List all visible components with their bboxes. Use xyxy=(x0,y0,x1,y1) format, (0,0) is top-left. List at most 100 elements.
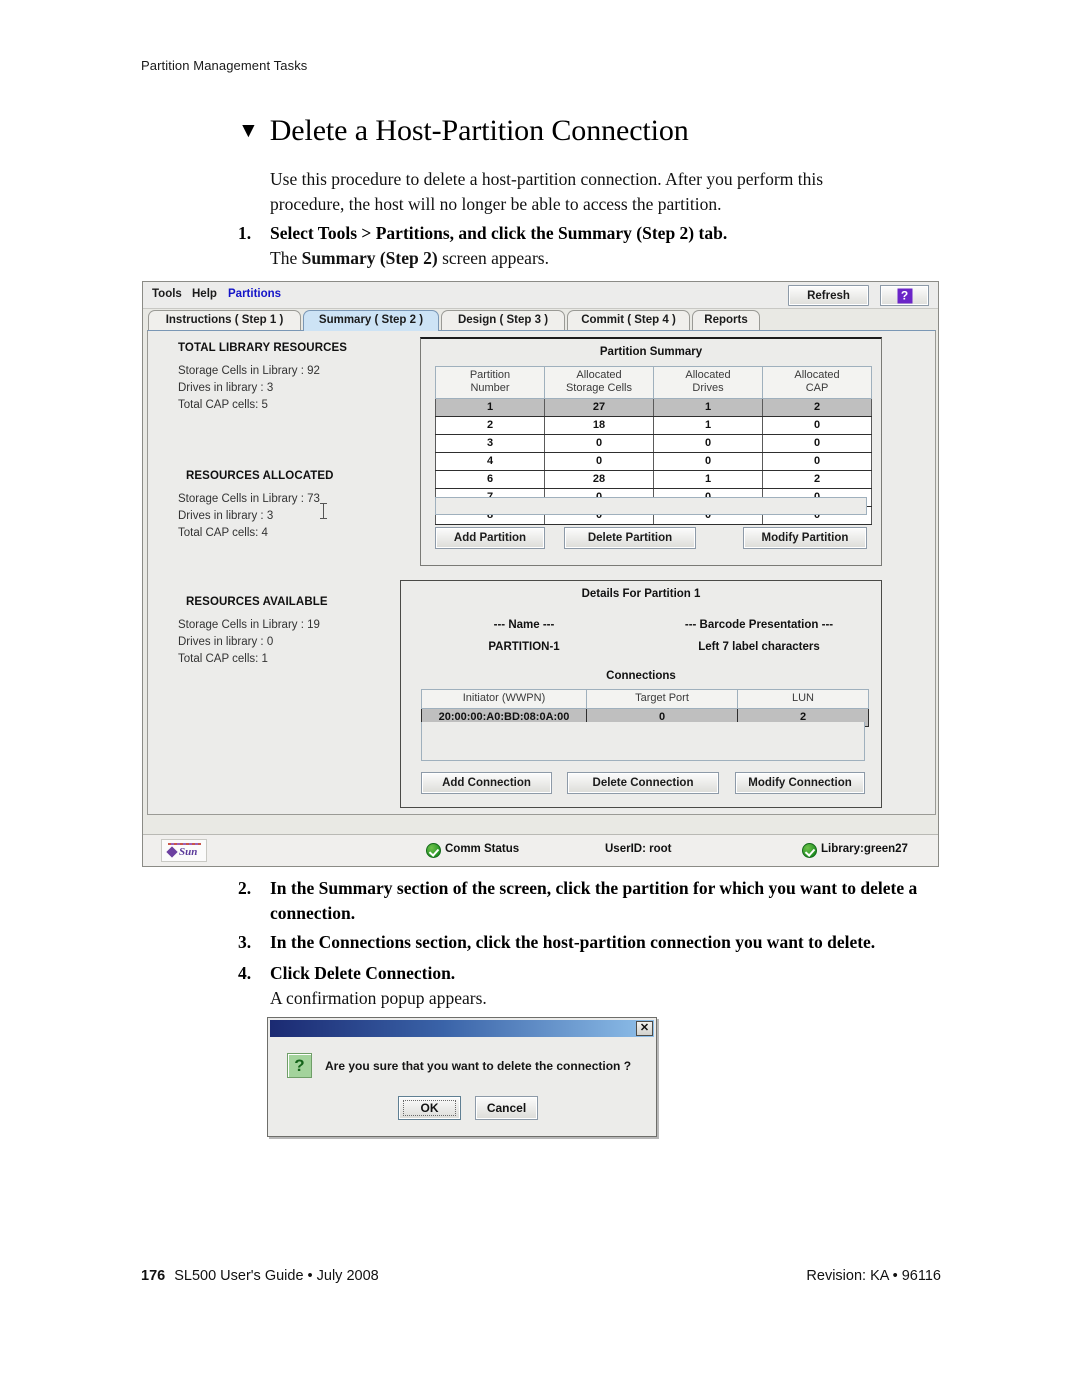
step-1: 1. Select Tools > Partitions, and click … xyxy=(238,221,918,246)
help-button[interactable]: ? xyxy=(880,285,929,306)
tab-reports[interactable]: Reports xyxy=(692,310,760,331)
cell-storage-cells[interactable]: 28 xyxy=(544,470,654,489)
table-header-row: Partition Number Allocated Storage Cells A… xyxy=(435,366,872,399)
cell-drives[interactable]: 0 xyxy=(653,452,763,471)
partitions-application-window: Tools Help Partitions Refresh ? Instruct… xyxy=(142,281,939,867)
step-2-text: In the Summary section of the screen, cl… xyxy=(270,878,918,923)
focus-ring xyxy=(403,1100,456,1116)
step-3-text: In the Connections section, click the ho… xyxy=(270,932,876,952)
question-icon: ? xyxy=(287,1053,312,1078)
cell-cap[interactable]: 2 xyxy=(762,398,872,417)
dialog-message: Are you sure that you want to delete the… xyxy=(325,1059,632,1073)
cell-cap[interactable]: 0 xyxy=(762,434,872,453)
cell-drives[interactable]: 1 xyxy=(653,398,763,417)
resources-allocated-title: RESOURCES ALLOCATED xyxy=(186,470,334,482)
dialog-ok-button[interactable]: OK xyxy=(398,1096,461,1120)
step-1-subtext-suffix: screen appears. xyxy=(437,248,549,268)
step-4-number: 4. xyxy=(238,963,252,983)
total-library-resources-title: TOTAL LIBRARY RESOURCES xyxy=(178,342,348,354)
delete-partition-button[interactable]: Delete Partition xyxy=(564,527,696,549)
allocated-drives: Drives in library : 3 xyxy=(178,510,274,522)
page-title-text: Delete a Host-Partition Connection xyxy=(269,114,689,147)
menu-item-help[interactable]: Help xyxy=(192,288,217,300)
intro-paragraph: Use this procedure to delete a host-part… xyxy=(270,169,824,214)
step-4-text: Click Delete Connection. xyxy=(270,963,456,983)
step-4-subtext: A confirmation popup appears. xyxy=(270,988,487,1008)
menu-item-tools[interactable]: Tools xyxy=(152,288,182,300)
cell-drives[interactable]: 1 xyxy=(653,416,763,435)
comm-status-label: Comm Status xyxy=(445,843,520,855)
step-2: 2. In the Summary section of the screen,… xyxy=(238,876,928,925)
table-row[interactable]: 3 0 0 0 xyxy=(435,434,872,453)
total-cap-cells: Total CAP cells: 5 xyxy=(178,399,268,411)
table-row[interactable]: 2 18 1 0 xyxy=(435,416,872,435)
summary-tab-content: TOTAL LIBRARY RESOURCES Storage Cells in… xyxy=(147,330,936,815)
menu-bar: Tools Help Partitions Refresh ? xyxy=(143,282,938,309)
footer-guide-title: SL500 User's Guide • July 2008 xyxy=(174,1268,379,1284)
library-label: Library:green27 xyxy=(821,843,908,855)
col-allocated-cap: Allocated CAP xyxy=(762,366,872,399)
footer-right: Revision: KA • 96116 xyxy=(806,1268,941,1284)
cell-storage-cells[interactable]: 18 xyxy=(544,416,654,435)
tab-instructions-step-1[interactable]: Instructions ( Step 1 ) xyxy=(148,310,301,331)
table-row[interactable]: 6 28 1 2 xyxy=(435,470,872,489)
step-1-text: Select Tools > Partitions, and click the… xyxy=(270,223,728,243)
available-cap-cells: Total CAP cells: 1 xyxy=(178,653,268,665)
footer-left: 176 SL500 User's Guide • July 2008 xyxy=(141,1268,379,1284)
cell-cap[interactable]: 2 xyxy=(762,470,872,489)
modify-connection-button[interactable]: Modify Connection xyxy=(735,772,865,794)
table-row[interactable]: 1 27 1 2 xyxy=(435,398,872,417)
partition-summary-panel: Partition Summary Partition Number Alloca… xyxy=(420,337,882,566)
details-barcode-value: Left 7 label characters xyxy=(698,641,820,653)
menu-item-partitions[interactable]: Partitions xyxy=(228,288,281,300)
available-storage-cells: Storage Cells in Library : 19 xyxy=(178,619,320,631)
modify-partition-button[interactable]: Modify Partition xyxy=(743,527,867,549)
running-head: Partition Management Tasks xyxy=(141,58,308,73)
tab-design-step-3[interactable]: Design ( Step 3 ) xyxy=(441,310,565,331)
question-mark-icon: ? xyxy=(897,288,912,303)
cell-storage-cells[interactable]: 0 xyxy=(544,452,654,471)
col-allocated-drives: Allocated Drives xyxy=(653,366,763,399)
text-cursor-icon xyxy=(320,503,327,519)
resources-available-block: RESOURCES AVAILABLE Storage Cells in Lib… xyxy=(178,596,328,668)
add-partition-button[interactable]: Add Partition xyxy=(435,527,545,549)
cell-partition-number[interactable]: 3 xyxy=(435,434,545,453)
cell-storage-cells[interactable]: 0 xyxy=(544,434,654,453)
cell-partition-number[interactable]: 2 xyxy=(435,416,545,435)
cell-cap[interactable]: 0 xyxy=(762,452,872,471)
partition-summary-title: Partition Summary xyxy=(599,346,703,358)
cell-storage-cells[interactable]: 27 xyxy=(544,398,654,417)
step-1-subtext-bold: Summary (Step 2) xyxy=(301,248,438,268)
partition-details-panel: Details For Partition 1 --- Name --- PAR… xyxy=(400,580,882,808)
delete-connection-button[interactable]: Delete Connection xyxy=(567,772,719,794)
page-title: ▼ Delete a Host-Partition Connection xyxy=(238,114,689,148)
cell-cap[interactable]: 0 xyxy=(762,416,872,435)
allocated-storage-cells: Storage Cells in Library : 73 xyxy=(178,493,320,505)
tab-summary-step-2[interactable]: Summary ( Step 2 ) xyxy=(303,310,439,331)
col-lun: LUN xyxy=(737,689,869,709)
cell-drives[interactable]: 0 xyxy=(653,434,763,453)
close-icon[interactable]: ✕ xyxy=(636,1021,653,1036)
step-1-subtext: The Summary (Step 2) screen appears. xyxy=(270,246,930,271)
details-name-value: PARTITION-1 xyxy=(488,641,560,653)
step-1-number: 1. xyxy=(238,223,252,243)
section-marker-icon: ▼ xyxy=(238,118,259,142)
refresh-button[interactable]: Refresh xyxy=(788,285,869,306)
confirmation-dialog: ✕ ? Are you sure that you want to delete… xyxy=(267,1017,657,1137)
dialog-cancel-button[interactable]: Cancel xyxy=(475,1096,538,1120)
col-initiator-wwpn: Initiator (WWPN) xyxy=(421,689,587,709)
step-2-number: 2. xyxy=(238,878,252,898)
total-library-resources-block: TOTAL LIBRARY RESOURCES Storage Cells in… xyxy=(178,342,347,414)
allocated-cap-cells: Total CAP cells: 4 xyxy=(178,527,268,539)
cell-partition-number[interactable]: 6 xyxy=(435,470,545,489)
cell-partition-number[interactable]: 4 xyxy=(435,452,545,471)
library-status-indicator: Library:green27 xyxy=(802,843,908,858)
table-row[interactable]: 4 0 0 0 xyxy=(435,452,872,471)
tab-strip: Instructions ( Step 1 ) Summary ( Step 2… xyxy=(143,309,938,331)
add-connection-button[interactable]: Add Connection xyxy=(421,772,552,794)
details-barcode-header: --- Barcode Presentation --- xyxy=(684,619,834,631)
tab-commit-step-4[interactable]: Commit ( Step 4 ) xyxy=(567,310,690,331)
cell-partition-number[interactable]: 1 xyxy=(435,398,545,417)
col-partition-number: Partition Number xyxy=(435,366,545,399)
cell-drives[interactable]: 1 xyxy=(653,470,763,489)
